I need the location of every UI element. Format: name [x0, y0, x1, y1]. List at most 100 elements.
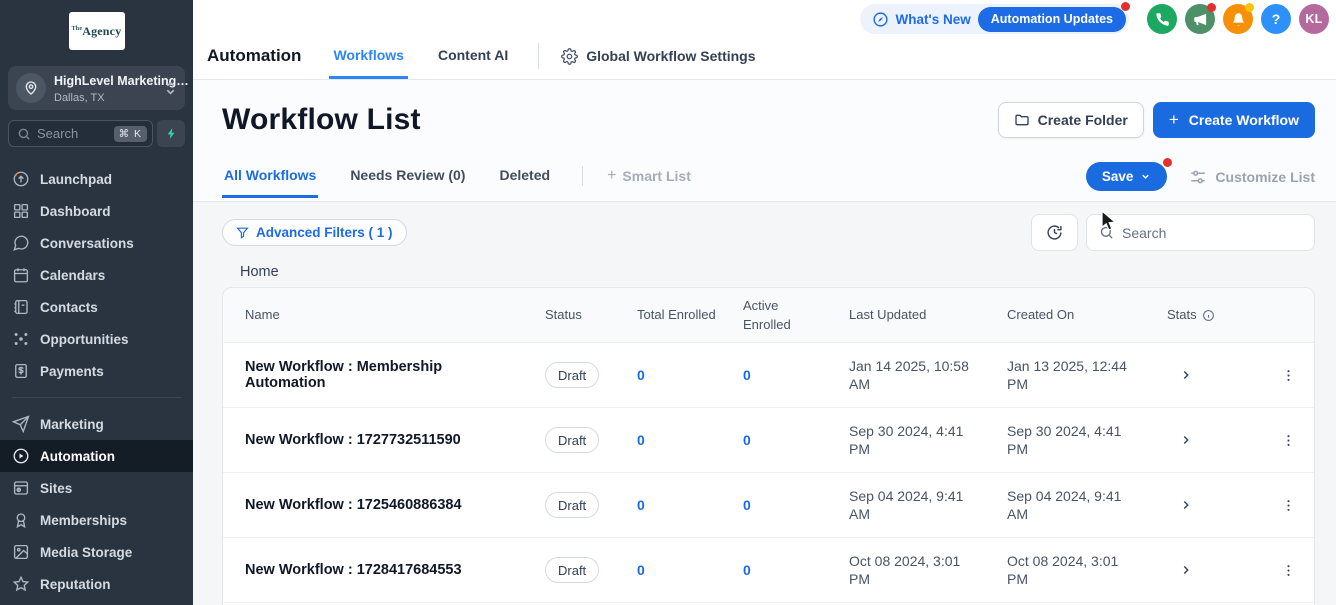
- sidebar-item-launchpad[interactable]: Launchpad: [0, 163, 193, 195]
- automation-updates-badge[interactable]: Automation Updates: [978, 7, 1126, 32]
- smart-list-button: + Smart List: [607, 167, 691, 197]
- history-button[interactable]: [1031, 214, 1078, 251]
- chevron-right-icon[interactable]: [1167, 498, 1193, 512]
- sidebar-item-media-storage[interactable]: Media Storage: [0, 536, 193, 568]
- table-row[interactable]: New Workflow : 1728417684553 Draft 0 0 O…: [223, 538, 1314, 603]
- chevron-right-icon[interactable]: [1167, 433, 1193, 447]
- create-workflow-button[interactable]: + Create Workflow: [1153, 102, 1315, 138]
- total-enrolled-link[interactable]: 0: [637, 367, 743, 383]
- megaphone-button[interactable]: [1185, 4, 1215, 34]
- sidebar-item-memberships[interactable]: Memberships: [0, 504, 193, 536]
- last-updated-value: Oct 08 2024, 3:01 PM: [849, 552, 1007, 588]
- sidebar-nav: Launchpad Dashboard Conversations Calend…: [0, 163, 193, 600]
- active-enrolled-link[interactable]: 0: [743, 562, 849, 578]
- col-last-updated: Last Updated: [849, 305, 1007, 325]
- active-enrolled-link[interactable]: 0: [743, 497, 849, 513]
- last-updated-value: Sep 30 2024, 4:41 PM: [849, 422, 1007, 458]
- kebab-menu-icon[interactable]: [1263, 433, 1314, 448]
- created-on-value: Jan 13 2025, 12:44 PM: [1007, 357, 1167, 393]
- col-active-enrolled: Active Enrolled: [743, 296, 849, 335]
- phone-button[interactable]: [1147, 4, 1177, 34]
- kebab-menu-icon[interactable]: [1263, 563, 1314, 578]
- sidebar-item-marketing[interactable]: Marketing: [0, 408, 193, 440]
- total-enrolled-link[interactable]: 0: [637, 497, 743, 513]
- sidebar: TheAgency HighLevel Marketing… Dallas, T…: [0, 0, 193, 605]
- workflow-name[interactable]: New Workflow : 1727732511590: [245, 432, 545, 448]
- help-button[interactable]: ?: [1261, 4, 1291, 34]
- search-icon: [17, 127, 31, 141]
- notifications-bell-button[interactable]: [1223, 4, 1253, 34]
- save-button[interactable]: Save: [1086, 162, 1168, 191]
- whats-new-button[interactable]: What's New Automation Updates: [860, 4, 1129, 34]
- table-row[interactable]: New Workflow : Membership Automation Dra…: [223, 343, 1314, 408]
- active-enrolled-link[interactable]: 0: [743, 432, 849, 448]
- breadcrumb[interactable]: Home: [240, 264, 1315, 280]
- sidebar-item-contacts[interactable]: Contacts: [0, 291, 193, 323]
- tab-all-workflows[interactable]: All Workflows: [222, 167, 318, 198]
- list-tabs: All Workflows Needs Review (0) Deleted +…: [222, 162, 1315, 201]
- col-stats: Stats: [1167, 305, 1263, 325]
- sidebar-item-conversations[interactable]: Conversations: [0, 227, 193, 259]
- media-storage-icon: [12, 543, 30, 561]
- table-header: Name Status Total Enrolled Active Enroll…: [223, 288, 1314, 343]
- automation-icon: [12, 447, 30, 465]
- memberships-icon: [12, 511, 30, 529]
- created-on-value: Oct 08 2024, 3:01 PM: [1007, 552, 1167, 588]
- sidebar-item-sites[interactable]: Sites: [0, 472, 193, 504]
- tab-content-ai[interactable]: Content AI: [434, 33, 512, 79]
- notification-dot: [1245, 3, 1254, 12]
- notification-dot: [1121, 2, 1130, 11]
- status-badge: Draft: [545, 492, 599, 518]
- status-badge: Draft: [545, 427, 599, 453]
- module-title: Automation: [207, 46, 301, 66]
- sidebar-divider: [12, 397, 181, 398]
- list-section: Advanced Filters ( 1 ) Home: [193, 202, 1336, 605]
- sidebar-item-opportunities[interactable]: Opportunities: [0, 323, 193, 355]
- advanced-filters-button[interactable]: Advanced Filters ( 1 ): [222, 219, 407, 246]
- app-window: TheAgency HighLevel Marketing… Dallas, T…: [0, 0, 1336, 605]
- table-row[interactable]: New Workflow : 1725460886384 Draft 0 0 S…: [223, 473, 1314, 538]
- page-header-section: Workflow List Create Folder + Create Wor…: [193, 80, 1336, 202]
- sidebar-item-payments[interactable]: Payments: [0, 355, 193, 387]
- folder-icon: [1014, 112, 1030, 128]
- tab-needs-review[interactable]: Needs Review (0): [348, 167, 467, 198]
- col-name: Name: [245, 305, 545, 325]
- sites-icon: [12, 479, 30, 497]
- reputation-icon: [12, 575, 30, 593]
- location-pin-icon: [16, 73, 46, 103]
- sidebar-search-input[interactable]: Search ⌘ K: [8, 120, 153, 147]
- workflow-name[interactable]: New Workflow : 1728417684553: [245, 562, 545, 578]
- main-area: Automation Workflows Content AI Global W…: [193, 0, 1336, 605]
- user-avatar[interactable]: KL: [1299, 4, 1329, 34]
- dashboard-icon: [12, 202, 30, 220]
- sidebar-item-dashboard[interactable]: Dashboard: [0, 195, 193, 227]
- create-folder-button[interactable]: Create Folder: [998, 102, 1144, 138]
- chevron-right-icon[interactable]: [1167, 368, 1193, 382]
- tab-deleted[interactable]: Deleted: [497, 167, 552, 198]
- plus-icon: +: [1169, 110, 1179, 130]
- agency-logo: TheAgency: [0, 0, 193, 60]
- account-switcher[interactable]: HighLevel Marketing… Dallas, TX: [8, 66, 185, 110]
- kebab-menu-icon[interactable]: [1263, 368, 1314, 383]
- info-icon[interactable]: [1202, 309, 1215, 322]
- table-row[interactable]: New Workflow : 1727732511590 Draft 0 0 S…: [223, 408, 1314, 473]
- active-enrolled-link[interactable]: 0: [743, 367, 849, 383]
- workflow-name[interactable]: New Workflow : Membership Automation: [245, 359, 545, 391]
- list-search-input[interactable]: [1086, 214, 1315, 251]
- ai-spark-button[interactable]: [157, 120, 185, 147]
- chevron-right-icon[interactable]: [1167, 563, 1193, 577]
- contacts-icon: [12, 298, 30, 316]
- expand-chevrons-icon[interactable]: [164, 80, 177, 96]
- conversations-icon: [12, 234, 30, 252]
- tab-workflows[interactable]: Workflows: [329, 33, 408, 79]
- global-workflow-settings-button[interactable]: Global Workflow Settings: [561, 48, 755, 65]
- total-enrolled-link[interactable]: 0: [637, 432, 743, 448]
- kebab-menu-icon[interactable]: [1263, 498, 1314, 513]
- sidebar-item-calendars[interactable]: Calendars: [0, 259, 193, 291]
- sidebar-item-reputation[interactable]: Reputation: [0, 568, 193, 600]
- sidebar-item-automation[interactable]: Automation: [0, 440, 193, 472]
- total-enrolled-link[interactable]: 0: [637, 562, 743, 578]
- workflow-table: Name Status Total Enrolled Active Enroll…: [222, 287, 1315, 605]
- search-icon: [1099, 225, 1114, 240]
- workflow-name[interactable]: New Workflow : 1725460886384: [245, 497, 545, 513]
